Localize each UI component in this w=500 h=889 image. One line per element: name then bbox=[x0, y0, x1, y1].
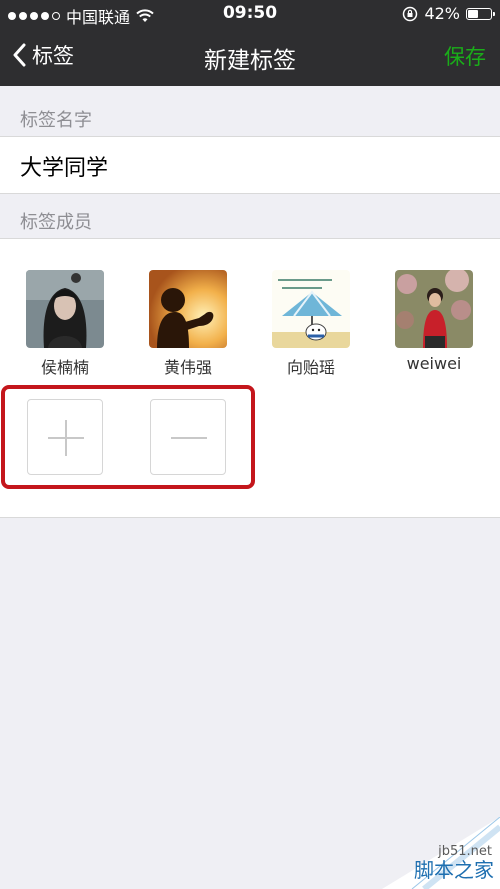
avatar bbox=[395, 270, 473, 348]
remove-member-button[interactable] bbox=[150, 399, 226, 475]
navigation-bar: 标签 新建标签 保存 bbox=[0, 28, 500, 86]
battery-percent: 42% bbox=[424, 4, 460, 23]
member-item[interactable]: 侯楠楠 bbox=[10, 270, 120, 378]
watermark-name: 脚本之家 bbox=[414, 858, 494, 882]
status-right: 42% bbox=[402, 4, 495, 23]
member-item[interactable]: 黄伟强 bbox=[133, 270, 243, 378]
page-title: 新建标签 bbox=[204, 48, 296, 74]
save-button[interactable]: 保存 bbox=[444, 41, 486, 71]
rotation-lock-icon bbox=[403, 6, 418, 21]
chevron-left-icon bbox=[13, 43, 26, 67]
members-panel: 侯楠楠 黄伟强 向贻瑶 weiwei bbox=[0, 238, 500, 518]
avatar bbox=[26, 270, 104, 348]
plus-icon bbox=[48, 420, 84, 456]
top-bar: 中国联通 09:50 42% 标签 新建标签 保存 bbox=[0, 0, 500, 86]
avatar bbox=[149, 270, 227, 348]
watermark: jb51.net 脚本之家 bbox=[382, 817, 500, 889]
status-bar: 中国联通 09:50 42% bbox=[0, 0, 500, 28]
battery-icon bbox=[466, 7, 495, 20]
tag-name-header: 标签名字 bbox=[20, 110, 92, 131]
member-name: 黄伟强 bbox=[163, 358, 212, 377]
tag-members-header: 标签成员 bbox=[20, 212, 92, 233]
minus-icon bbox=[171, 437, 207, 439]
member-item[interactable]: 向贻瑶 bbox=[256, 270, 366, 378]
member-item[interactable]: weiwei bbox=[379, 270, 489, 373]
member-name: 向贻瑶 bbox=[286, 358, 335, 377]
tag-name-row[interactable]: 大学同学 bbox=[0, 136, 500, 194]
tag-name-input[interactable]: 大学同学 bbox=[20, 150, 108, 182]
member-name: weiwei bbox=[406, 354, 462, 373]
avatar bbox=[272, 270, 350, 348]
add-member-button[interactable] bbox=[27, 399, 103, 475]
member-name: 侯楠楠 bbox=[40, 358, 89, 377]
back-button[interactable]: 标签 bbox=[12, 40, 74, 70]
back-label: 标签 bbox=[32, 44, 74, 68]
